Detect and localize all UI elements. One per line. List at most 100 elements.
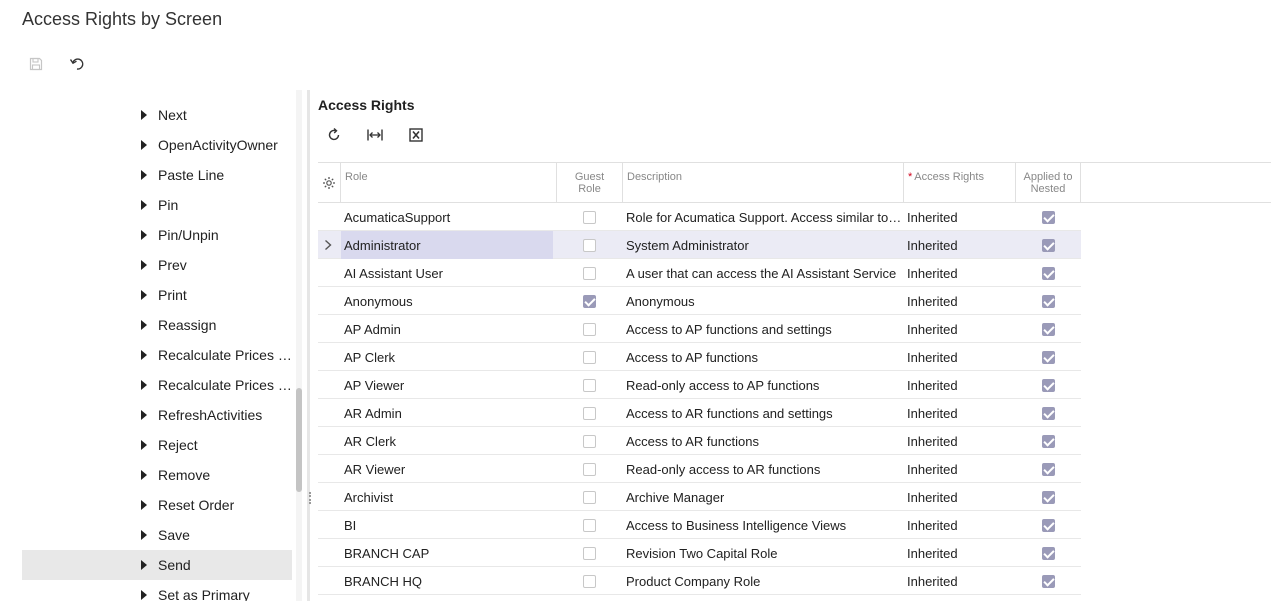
tree-item[interactable]: Recalculate Prices (r... (22, 370, 292, 400)
expand-arrow-icon[interactable] (141, 530, 147, 540)
guest-role-checkbox[interactable] (583, 406, 596, 420)
cell-role[interactable]: AR Clerk (344, 427, 556, 455)
cell-role[interactable]: Administrator (341, 231, 553, 259)
cell-access-rights[interactable]: Inherited (907, 399, 1015, 427)
cell-applied-to-nested[interactable] (1016, 511, 1081, 539)
cell-role[interactable]: AP Viewer (344, 371, 556, 399)
table-row[interactable]: AR Clerk Access to AR functions Inherited (318, 427, 1081, 455)
applied-to-nested-checkbox[interactable] (1042, 490, 1055, 504)
tree-item[interactable]: RefreshActivities (22, 400, 292, 430)
applied-to-nested-checkbox[interactable] (1042, 546, 1055, 560)
tree-item[interactable]: Next (22, 100, 292, 130)
tree-scrollbar-thumb[interactable] (296, 388, 302, 492)
tree-item[interactable]: Save (22, 520, 292, 550)
cell-guest-role[interactable] (557, 231, 622, 259)
cell-guest-role[interactable] (557, 427, 622, 455)
tree-item[interactable]: Paste Line (22, 160, 292, 190)
cell-access-rights[interactable]: Inherited (907, 315, 1015, 343)
tree-item[interactable]: Remove (22, 460, 292, 490)
cell-applied-to-nested[interactable] (1016, 455, 1081, 483)
expand-arrow-icon[interactable] (141, 590, 147, 600)
table-row[interactable]: Anonymous Anonymous Inherited (318, 287, 1081, 315)
header-role[interactable]: Role (341, 163, 557, 203)
tree-item[interactable]: Prev (22, 250, 292, 280)
cell-applied-to-nested[interactable] (1016, 427, 1081, 455)
expand-arrow-icon[interactable] (141, 170, 147, 180)
guest-role-checkbox[interactable] (583, 210, 596, 224)
cell-access-rights[interactable]: Inherited (907, 539, 1015, 567)
expand-arrow-icon[interactable] (141, 320, 147, 330)
table-row[interactable]: AP Admin Access to AP functions and setti… (318, 315, 1081, 343)
fit-columns-button[interactable] (363, 124, 387, 146)
applied-to-nested-checkbox[interactable] (1042, 378, 1055, 392)
expand-arrow-icon[interactable] (141, 140, 147, 150)
table-row[interactable]: AR Admin Access to AR functions and setti… (318, 399, 1081, 427)
cell-applied-to-nested[interactable] (1016, 483, 1081, 511)
applied-to-nested-checkbox[interactable] (1042, 322, 1055, 336)
guest-role-checkbox[interactable] (583, 238, 596, 252)
header-access-rights[interactable]: * Access Rights (904, 163, 1016, 203)
cell-access-rights[interactable]: Inherited (907, 427, 1015, 455)
header-applied-to-nested[interactable]: Applied to Nested (1016, 163, 1081, 203)
cell-access-rights[interactable]: Inherited (907, 567, 1015, 595)
cell-guest-role[interactable] (557, 483, 622, 511)
refresh-button[interactable] (322, 124, 346, 146)
cell-access-rights[interactable]: Inherited (907, 483, 1015, 511)
applied-to-nested-checkbox[interactable] (1042, 574, 1055, 588)
cell-applied-to-nested[interactable] (1016, 287, 1081, 315)
cell-description[interactable]: Anonymous (626, 287, 903, 315)
cell-access-rights[interactable]: Inherited (907, 455, 1015, 483)
expand-arrow-icon[interactable] (141, 500, 147, 510)
splitter-grip-icon[interactable] (309, 492, 311, 504)
tree-item[interactable]: Print (22, 280, 292, 310)
cell-applied-to-nested[interactable] (1016, 315, 1081, 343)
cell-guest-role[interactable] (557, 399, 622, 427)
cell-applied-to-nested[interactable] (1016, 371, 1081, 399)
cell-guest-role[interactable] (557, 287, 622, 315)
tree-item[interactable]: Pin (22, 190, 292, 220)
cell-guest-role[interactable] (557, 315, 622, 343)
expand-arrow-icon[interactable] (141, 440, 147, 450)
cell-description[interactable]: Product Company Role (626, 567, 903, 595)
table-row[interactable]: Administrator System Administrator Inherit… (318, 231, 1081, 259)
undo-button[interactable] (63, 50, 91, 78)
guest-role-checkbox[interactable] (583, 322, 596, 336)
cell-role[interactable]: Archivist (344, 483, 556, 511)
applied-to-nested-checkbox[interactable] (1042, 434, 1055, 448)
header-guest-role[interactable]: Guest Role (557, 163, 623, 203)
panel-splitter[interactable] (307, 90, 310, 601)
cell-guest-role[interactable] (557, 455, 622, 483)
applied-to-nested-checkbox[interactable] (1042, 294, 1055, 308)
cell-description[interactable]: Role for Acumatica Support. Access simil… (626, 203, 903, 231)
expand-arrow-icon[interactable] (141, 350, 147, 360)
guest-role-checkbox[interactable] (583, 350, 596, 364)
cell-applied-to-nested[interactable] (1016, 399, 1081, 427)
applied-to-nested-checkbox[interactable] (1042, 266, 1055, 280)
cell-role[interactable]: Anonymous (344, 287, 556, 315)
cell-access-rights[interactable]: Inherited (907, 203, 1015, 231)
tree-item[interactable]: Reject (22, 430, 292, 460)
guest-role-checkbox[interactable] (583, 574, 596, 588)
cell-applied-to-nested[interactable] (1016, 539, 1081, 567)
cell-role[interactable]: AR Admin (344, 399, 556, 427)
cell-applied-to-nested[interactable] (1016, 203, 1081, 231)
guest-role-checkbox[interactable] (583, 266, 596, 280)
applied-to-nested-checkbox[interactable] (1042, 518, 1055, 532)
guest-role-checkbox[interactable] (583, 294, 596, 308)
expand-arrow-icon[interactable] (141, 230, 147, 240)
cell-role[interactable]: AcumaticaSupport (344, 203, 556, 231)
cell-access-rights[interactable]: Inherited (907, 287, 1015, 315)
cell-role[interactable]: AI Assistant User (344, 259, 556, 287)
expand-arrow-icon[interactable] (141, 290, 147, 300)
table-row[interactable]: AI Assistant User A user that can access … (318, 259, 1081, 287)
tree-item[interactable]: Set as Primary (22, 580, 292, 601)
cell-description[interactable]: Access to Business Intelligence Views (626, 511, 903, 539)
cell-applied-to-nested[interactable] (1016, 231, 1081, 259)
table-row[interactable]: BRANCH HQ Product Company Role Inherited (318, 567, 1081, 595)
cell-guest-role[interactable] (557, 343, 622, 371)
guest-role-checkbox[interactable] (583, 546, 596, 560)
cell-description[interactable]: Read-only access to AR functions (626, 455, 903, 483)
applied-to-nested-checkbox[interactable] (1042, 350, 1055, 364)
guest-role-checkbox[interactable] (583, 518, 596, 532)
expand-arrow-icon[interactable] (141, 380, 147, 390)
